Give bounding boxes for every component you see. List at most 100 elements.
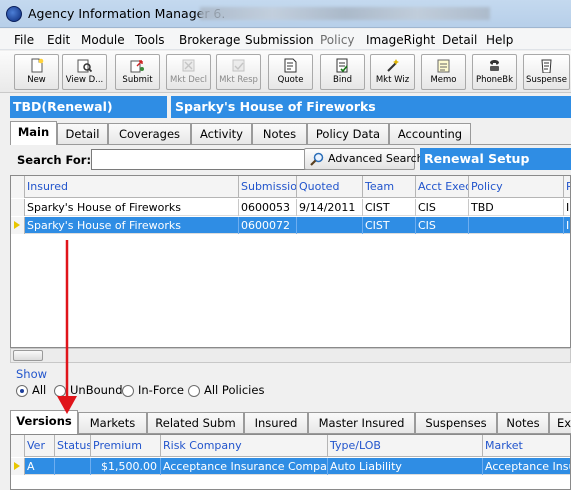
radio-unbound[interactable]: UnBound	[54, 383, 123, 397]
app-icon	[6, 6, 22, 22]
memo-button[interactable]: Memo	[421, 54, 466, 90]
cell-policy	[469, 217, 564, 234]
submit-button[interactable]: Submit	[115, 54, 160, 90]
tab-master-insured[interactable]: Master Insured	[308, 412, 415, 433]
tab-ex[interactable]: Ex	[549, 412, 571, 433]
menu-edit[interactable]: Edit	[47, 33, 70, 47]
column-header-risk-company[interactable]: Risk Company	[161, 435, 328, 457]
cell-risk-company: Acceptance Insurance Company	[163, 458, 328, 475]
quote-button[interactable]: Quote	[268, 54, 313, 90]
title-redacted	[200, 7, 490, 20]
column-header-team[interactable]: Team	[363, 176, 416, 198]
new-document-icon	[29, 58, 45, 73]
menu-tools[interactable]: Tools	[135, 33, 165, 47]
menu-policy[interactable]: Policy	[320, 33, 355, 47]
column-header-policy[interactable]: Policy	[469, 176, 564, 198]
table-row-selected[interactable]: Sparky's House of Fireworks 0600072 CIST…	[11, 217, 570, 234]
row-header	[11, 217, 25, 234]
menu-brokerage[interactable]: Brokerage	[179, 33, 240, 47]
menu-file[interactable]: File	[14, 33, 34, 47]
cell-policy: TBD	[469, 199, 564, 216]
column-header-quoted[interactable]: Quoted	[297, 176, 363, 198]
search-input[interactable]	[91, 149, 309, 170]
grid-header: Insured Submission Quoted Team Acct Exec…	[11, 176, 570, 198]
tab-main[interactable]: Main	[10, 121, 57, 145]
horizontal-scrollbar[interactable]	[10, 348, 571, 363]
cell-status	[55, 458, 91, 475]
tab-detail[interactable]: Detail	[57, 123, 108, 144]
view-document-icon	[77, 58, 93, 73]
row-header-corner	[11, 435, 25, 457]
radio-all[interactable]: All	[16, 383, 46, 397]
cell-type-lob: Auto Liability	[328, 458, 483, 475]
phonebook-button[interactable]: PhoneBk	[472, 54, 517, 90]
market-wizard-button[interactable]: Mkt Wiz	[370, 54, 415, 90]
market-response-button[interactable]: Mkt Resp	[216, 54, 261, 90]
memo-icon	[436, 58, 452, 73]
column-header-market[interactable]: Market	[483, 435, 570, 457]
new-button[interactable]: New	[14, 54, 59, 90]
radio-in-force-indicator[interactable]	[122, 385, 134, 397]
tab-markets[interactable]: Markets	[78, 412, 147, 433]
cell-acct-exec: CIS	[416, 199, 469, 216]
bind-icon	[335, 58, 351, 73]
menu-module[interactable]: Module	[81, 33, 125, 47]
menu-help[interactable]: Help	[486, 33, 513, 47]
tab-activity[interactable]: Activity	[191, 123, 252, 144]
versions-grid: Ver Status Premium Risk Company Type/LOB…	[10, 434, 571, 490]
window-title: Agency Information Manager 6.	[28, 6, 226, 21]
cell-submission: 0600053	[239, 199, 297, 216]
radio-in-force[interactable]: In-Force	[122, 383, 184, 397]
main-tab-strip: Main Detail Coverages Activity Notes Pol…	[10, 121, 571, 145]
column-header-insured[interactable]: Insured	[25, 176, 239, 198]
radio-all-policies-indicator[interactable]	[188, 385, 200, 397]
tab-suspenses[interactable]: Suspenses	[415, 412, 497, 433]
radio-all-policies[interactable]: All Policies	[188, 383, 264, 397]
tab-notes-bottom[interactable]: Notes	[497, 412, 549, 433]
tab-versions[interactable]: Versions	[10, 410, 78, 434]
record-status-bar: TBD(Renewal) Sparky's House of Fireworks	[10, 96, 571, 118]
table-row[interactable]: Sparky's House of Fireworks 0600053 9/14…	[11, 199, 570, 216]
column-header-type-lob[interactable]: Type/LOB	[328, 435, 483, 457]
radio-unbound-indicator[interactable]	[54, 385, 66, 397]
search-row: Search For: Advanced Search Renewal Setu…	[10, 148, 571, 172]
show-filter-group: All UnBound In-Force All Policies	[16, 383, 571, 399]
radio-all-indicator[interactable]	[16, 385, 28, 397]
menu-imageright[interactable]: ImageRight	[366, 33, 435, 47]
cell-acct-exec: CIS	[416, 217, 469, 234]
cell-team: CIST	[363, 199, 416, 216]
bind-button[interactable]: Bind	[320, 54, 365, 90]
tab-related-subm[interactable]: Related Subm	[147, 412, 244, 433]
column-header-ver[interactable]: Ver	[25, 435, 55, 457]
table-row-selected[interactable]: A $1,500.00 Acceptance Insurance Company…	[11, 458, 570, 475]
advanced-search-button[interactable]: Advanced Search	[304, 148, 424, 170]
menu-submission[interactable]: Submission	[245, 33, 314, 47]
suspense-button[interactable]: Suspense	[523, 54, 570, 90]
market-decline-button[interactable]: Mkt Decl	[166, 54, 211, 90]
current-row-icon	[14, 462, 20, 470]
row-header	[11, 199, 25, 216]
tab-insured[interactable]: Insured	[244, 412, 308, 433]
cell-r: I	[564, 199, 570, 216]
cell-insured: Sparky's House of Fireworks	[25, 199, 239, 216]
toolbar: New View D... Submit Mkt Decl Mkt Resp Q…	[0, 51, 571, 93]
tab-divider	[10, 144, 571, 145]
column-header-status[interactable]: Status	[55, 435, 91, 457]
tab-notes[interactable]: Notes	[252, 123, 307, 144]
view-document-button[interactable]: View D...	[62, 54, 107, 90]
tab-accounting[interactable]: Accounting	[389, 123, 471, 144]
menu-detail[interactable]: Detail	[442, 33, 477, 47]
cell-quoted: 9/14/2011	[297, 199, 363, 216]
tab-coverages[interactable]: Coverages	[108, 123, 191, 144]
bottom-tab-strip: Versions Markets Related Subm Insured Ma…	[10, 410, 571, 434]
column-header-r[interactable]: R	[564, 176, 570, 198]
tab-policy-data[interactable]: Policy Data	[307, 123, 389, 144]
column-header-premium[interactable]: Premium	[91, 435, 161, 457]
scrollbar-thumb[interactable]	[13, 350, 43, 361]
menu-bar: File Edit Module Tools Brokerage Submiss…	[0, 29, 571, 50]
insured-name-label: Sparky's House of Fireworks	[171, 96, 571, 118]
policy-status-label: TBD(Renewal)	[10, 96, 167, 118]
renewal-setup-label: Renewal Setup	[420, 148, 571, 170]
column-header-acct-exec[interactable]: Acct Exec	[416, 176, 469, 198]
column-header-submission[interactable]: Submission	[239, 176, 297, 198]
